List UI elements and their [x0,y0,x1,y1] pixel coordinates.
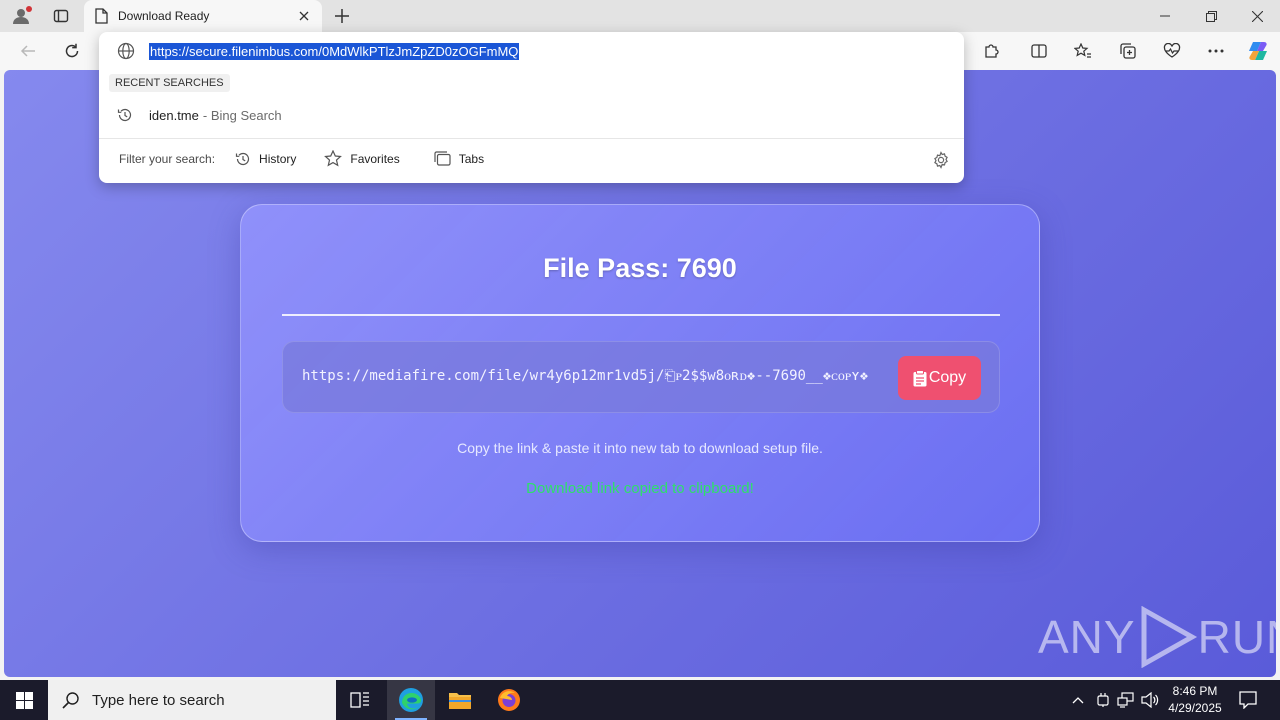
plus-icon [335,9,349,23]
profile-button[interactable] [8,4,34,28]
clipboard-icon [913,369,927,386]
tray-network-button[interactable] [1116,680,1136,720]
back-arrow-icon [20,45,35,57]
copy-button-label: Copy [928,369,967,386]
taskbar-edge[interactable] [387,680,435,720]
filter-bar: Filter your search: History Favorites Ta… [119,150,484,167]
start-button[interactable] [0,680,48,720]
anyrun-watermark: ANY RUN [1038,606,1276,668]
star-list-icon [1074,43,1091,58]
tab-actions-button[interactable] [48,4,74,28]
extensions-button[interactable] [977,37,1005,65]
browser-essentials-button[interactable] [1158,37,1186,65]
filter-history-button[interactable]: History [235,151,296,167]
windows-logo-icon [15,691,33,709]
collections-icon [1120,43,1136,59]
notifications-button[interactable] [1234,680,1262,720]
globe-icon [117,42,135,60]
new-tab-button[interactable] [330,4,354,28]
tray-volume-button[interactable] [1140,680,1160,720]
copilot-button[interactable] [1244,37,1272,65]
notification-dot [26,6,32,12]
play-logo-icon [1141,606,1197,668]
gear-icon[interactable] [932,151,950,169]
usb-device-icon [1097,693,1109,707]
taskbar-firefox[interactable] [485,680,533,720]
back-button[interactable] [14,37,42,65]
tab-download-ready[interactable]: Download Ready [84,0,322,32]
taskbar-file-explorer[interactable] [436,680,484,720]
minimize-icon [1160,15,1170,17]
recent-search-item[interactable]: iden.tme - Bing Search [99,102,964,128]
instruction-text: Copy the link & paste it into new tab to… [457,440,823,456]
tray-device-button[interactable] [1094,680,1112,720]
status-message: Download link copied to clipboard! [526,480,754,497]
page-title: File Pass: 7690 [543,253,737,283]
filter-favorites-label: Favorites [350,151,400,166]
favorites-button[interactable] [1069,37,1097,65]
watermark-text-right: RUN [1197,611,1276,663]
folder-icon [449,693,471,709]
close-window-button[interactable] [1234,0,1280,32]
filter-tabs-label: Tabs [458,151,485,166]
collections-button[interactable] [1114,37,1142,65]
tray-overflow-button[interactable] [1068,680,1088,720]
recent-search-term: iden.tme [149,107,199,123]
taskbar: Type here to search 8:46 PM 4/29/2025 [0,680,1280,720]
recent-search-source: - Bing Search [202,107,282,123]
speaker-icon [1141,692,1159,708]
address-dropdown: https://secure.filenimbus.com/0MdWlkPTlz… [99,32,964,183]
history-icon [117,108,132,122]
close-icon [1251,10,1263,22]
notification-icon [1239,691,1257,709]
download-card: File Pass: 7690 https://mediafire.com/fi… [240,204,1040,542]
taskbar-clock[interactable]: 8:46 PM 4/29/2025 [1160,683,1230,717]
settings-more-button[interactable] [1202,37,1230,65]
firefox-icon [498,689,520,711]
history-icon [235,152,250,165]
refresh-icon [65,43,79,58]
filter-favorites-button[interactable]: Favorites [324,150,400,167]
restore-icon [1205,10,1217,22]
address-input[interactable]: https://secure.filenimbus.com/0MdWlkPTlz… [149,43,520,60]
task-view-button[interactable] [336,680,384,720]
filter-history-label: History [259,151,297,166]
copilot-icon [1249,42,1267,60]
search-icon [62,692,79,709]
taskbar-search[interactable]: Type here to search [48,680,336,720]
download-link-text[interactable]: https://mediafire.com/file/wr4y6p12mr1vd… [302,368,882,385]
star-icon [324,150,343,167]
clock-date: 4/29/2025 [1168,701,1222,715]
tab-close-icon[interactable] [296,8,312,24]
edge-icon [399,688,423,712]
recent-searches-heading: RECENT SEARCHES [109,74,230,92]
heart-pulse-icon [1163,43,1181,58]
taskbar-search-placeholder: Type here to search [92,691,225,709]
watermark-text-left: ANY [1038,611,1136,663]
split-screen-button[interactable] [1025,37,1053,65]
minimize-button[interactable] [1142,0,1188,32]
title-bar: Download Ready [0,0,1280,32]
filter-label: Filter your search: [119,151,216,166]
task-view-icon [350,692,369,708]
chevron-up-icon [1072,697,1084,704]
restore-button[interactable] [1188,0,1234,32]
network-icon [1117,692,1134,708]
tabs-icon [434,151,451,166]
split-screen-icon [1031,44,1047,58]
more-dots-icon [1208,49,1224,53]
title-divider [282,314,1000,316]
dropdown-divider [99,138,964,139]
refresh-button[interactable] [58,37,86,65]
copy-button[interactable]: Copy [898,356,981,400]
puzzle-icon [985,44,999,58]
link-box: https://mediafire.com/file/wr4y6p12mr1vd… [282,341,1000,413]
tab-actions-icon [53,9,69,23]
page-icon [95,8,108,24]
filter-tabs-button[interactable]: Tabs [434,151,484,166]
clock-time: 8:46 PM [1172,684,1218,698]
tab-title: Download Ready [118,9,210,23]
